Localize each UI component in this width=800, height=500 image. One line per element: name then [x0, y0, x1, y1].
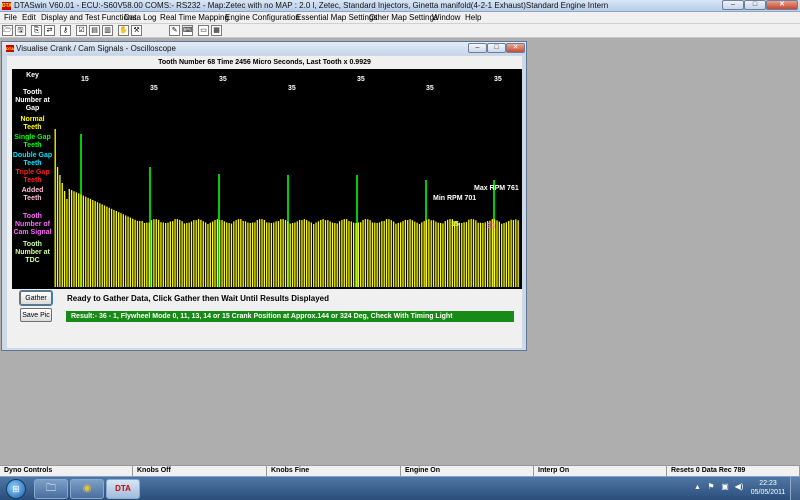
- oscilloscope-svg: 15 35 35 35 35 35 35 Max RPM 761 Min RPM…: [54, 76, 519, 287]
- oscilloscope-client: Tooth Number 68 Time 2456 Micro Seconds,…: [7, 56, 522, 348]
- gap-label: 35: [150, 85, 158, 92]
- menu-essential-map-settings[interactable]: Essential Map Settings: [296, 13, 377, 23]
- compare-icon[interactable]: ⇄: [44, 25, 55, 36]
- tooth-info: Tooth Number 68 Time 2456 Micro Seconds,…: [158, 59, 371, 66]
- show-desktop-button[interactable]: [790, 477, 800, 500]
- oscilloscope-window: DTA Visualise Crank / Cam Signals - Osci…: [1, 41, 527, 351]
- oscilloscope-title: Visualise Crank / Cam Signals - Oscillos…: [16, 44, 176, 53]
- menu-bar: File Edit Display and Test Functions Dat…: [0, 12, 800, 24]
- gap-label: 15: [81, 76, 89, 83]
- network-icon[interactable]: ▣: [720, 482, 730, 492]
- flag-icon[interactable]: ⚑: [706, 482, 716, 492]
- save-pic-button[interactable]: Save Pic: [20, 308, 52, 322]
- toolbar: 🗁 🖫 ⎘ ⇄ ⚷ ☑ ▤ ▥ ✋ ⚒ ✎ ⌨ ▭ ▦: [0, 24, 800, 38]
- open-file-icon[interactable]: 🗁: [2, 25, 13, 36]
- result-message: Result:- 36 - 1, Flywheel Mode 0, 11, 13…: [66, 311, 514, 322]
- start-button[interactable]: ⊞: [6, 479, 26, 499]
- oscilloscope-title-bar: DTA Visualise Crank / Cam Signals - Osci…: [2, 42, 526, 55]
- save-file-icon[interactable]: 🖫: [15, 25, 26, 36]
- key-triple-gap-teeth: Triple Gap Teeth: [15, 169, 50, 184]
- clock-date[interactable]: 05/05/2011: [748, 489, 788, 497]
- volume-icon[interactable]: ◀): [734, 482, 744, 492]
- disk-read-icon[interactable]: ▤: [89, 25, 100, 36]
- tile-window-icon[interactable]: ▦: [211, 25, 222, 36]
- menu-window[interactable]: Window: [432, 13, 460, 23]
- tdc-label: 15: [451, 221, 459, 228]
- gap-label: 35: [288, 85, 296, 92]
- status-bar: Dyno Controls Knobs Off Knobs Fine Engin…: [0, 465, 800, 477]
- dtaswin-icon[interactable]: DTA: [106, 479, 140, 499]
- key-tooth-number-at-gap: Tooth Number at Gap: [15, 89, 50, 112]
- key-single-gap-teeth: Single Gap Teeth: [14, 134, 51, 149]
- chrome-icon[interactable]: ◉: [70, 479, 104, 499]
- min-rpm-label: Min RPM 701: [433, 195, 476, 202]
- key-panel: Key Tooth Number at Gap Normal Teeth Sin…: [12, 69, 53, 289]
- status-message: Ready to Gather Data, Click Gather then …: [67, 294, 329, 303]
- gap-label: 35: [494, 76, 502, 83]
- disk-write-icon[interactable]: ▥: [102, 25, 113, 36]
- osc-maximize-button[interactable]: □: [487, 43, 506, 53]
- key-double-gap-teeth: Double Gap Teeth: [12, 152, 53, 167]
- osc-minimize-button[interactable]: –: [468, 43, 487, 53]
- minimize-button[interactable]: –: [722, 0, 744, 10]
- window-title-bar: DTA DTASwin V60.01 - ECU:-S60V58.00 COMS…: [0, 0, 800, 12]
- hammer-icon[interactable]: ⚒: [131, 25, 142, 36]
- max-rpm-label: Max RPM 761: [474, 185, 519, 192]
- osc-close-button[interactable]: ✕: [506, 43, 525, 53]
- key-icon[interactable]: ⚷: [60, 25, 71, 36]
- gather-button[interactable]: Gather: [20, 291, 52, 305]
- magic-wand-icon[interactable]: ✎: [169, 25, 180, 36]
- window-title: DTASwin V60.01 - ECU:-S60V58.00 COMS:- R…: [14, 1, 609, 10]
- app-icon: DTA: [2, 2, 12, 10]
- key-title: Key: [26, 72, 39, 79]
- gap-label: 35: [219, 76, 227, 83]
- gap-label: 35: [357, 76, 365, 83]
- close-button[interactable]: ✕: [766, 0, 798, 10]
- key-tooth-number-tdc: Tooth Number at TDC: [15, 241, 50, 264]
- key-tooth-number-cam: Tooth Number of Cam Signal: [13, 213, 52, 236]
- copy-icon[interactable]: ⎘: [31, 25, 42, 36]
- keyboard-icon[interactable]: ⌨: [182, 25, 193, 36]
- checklist-icon[interactable]: ☑: [76, 25, 87, 36]
- cam-label: 33: [487, 223, 495, 230]
- hand-icon[interactable]: ✋: [118, 25, 129, 36]
- menu-edit[interactable]: Edit: [22, 13, 36, 23]
- menu-real-time-mapping[interactable]: Real Time Mapping: [160, 13, 229, 23]
- menu-other-map-settings[interactable]: Other Map Settings: [369, 13, 438, 23]
- maximize-button[interactable]: □: [744, 0, 766, 10]
- taskbar: ⊞ 🗀 ◉ DTA ▲ ⚑ ▣ ◀) 22:23 05/05/2011: [0, 476, 800, 500]
- show-hidden-icons-icon[interactable]: ▲: [694, 484, 701, 491]
- explorer-icon[interactable]: 🗀: [34, 479, 68, 499]
- gap-label: 35: [426, 85, 434, 92]
- menu-engine-configuration[interactable]: Engine Configuration: [225, 13, 300, 23]
- menu-display-test[interactable]: Display and Test Functions: [41, 13, 136, 23]
- clock-time[interactable]: 22:23: [748, 480, 788, 488]
- menu-data-log[interactable]: Data Log: [124, 13, 156, 23]
- key-normal-teeth: Normal Teeth: [20, 116, 45, 131]
- oscilloscope-icon: DTA: [6, 45, 14, 52]
- key-added-teeth: Added Teeth: [21, 187, 44, 202]
- cascade-window-icon[interactable]: ▭: [198, 25, 209, 36]
- menu-help[interactable]: Help: [465, 13, 481, 23]
- menu-file[interactable]: File: [4, 13, 17, 23]
- oscilloscope-plot: 15 35 35 35 35 35 35 Max RPM 761 Min RPM…: [53, 69, 522, 289]
